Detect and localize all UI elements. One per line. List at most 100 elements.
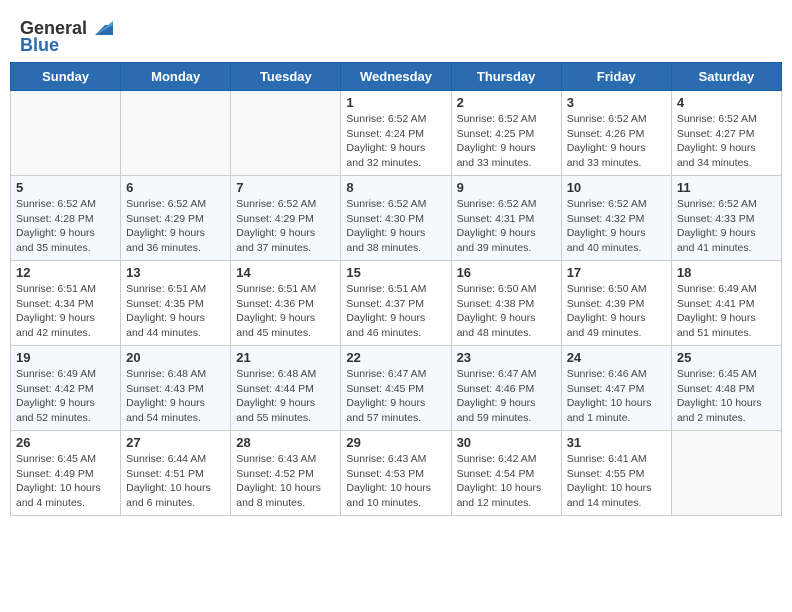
day-number: 19 bbox=[16, 350, 115, 365]
day-info: Sunrise: 6:52 AMSunset: 4:30 PMDaylight:… bbox=[346, 197, 445, 256]
calendar-day-cell: 23Sunrise: 6:47 AMSunset: 4:46 PMDayligh… bbox=[451, 346, 561, 431]
calendar-day-cell bbox=[231, 91, 341, 176]
day-number: 18 bbox=[677, 265, 776, 280]
day-number: 17 bbox=[567, 265, 666, 280]
calendar-day-cell: 5 Sunrise: 6:52 AMSunset: 4:28 PMDaylight… bbox=[11, 176, 121, 261]
day-number: 29 bbox=[346, 435, 445, 450]
day-info: Sunrise: 6:52 AMSunset: 4:29 PMDaylight:… bbox=[126, 197, 225, 256]
day-number: 31 bbox=[567, 435, 666, 450]
calendar-day-cell bbox=[11, 91, 121, 176]
day-info: Sunrise: 6:51 AMSunset: 4:34 PMDaylight:… bbox=[16, 282, 115, 341]
day-info: Sunrise: 6:45 AMSunset: 4:48 PMDaylight:… bbox=[677, 367, 776, 426]
day-info: Sunrise: 6:52 AMSunset: 4:28 PMDaylight:… bbox=[16, 197, 115, 256]
calendar-day-cell: 28Sunrise: 6:43 AMSunset: 4:52 PMDayligh… bbox=[231, 431, 341, 516]
calendar-day-cell: 15 Sunrise: 6:51 AMSunset: 4:37 PMDayligh… bbox=[341, 261, 451, 346]
calendar-day-cell: 6 Sunrise: 6:52 AMSunset: 4:29 PMDaylight… bbox=[121, 176, 231, 261]
day-info: Sunrise: 6:49 AMSunset: 4:42 PMDaylight:… bbox=[16, 367, 115, 426]
day-info: Sunrise: 6:52 AMSunset: 4:26 PMDaylight:… bbox=[567, 112, 666, 171]
calendar-day-cell: 16 Sunrise: 6:50 AMSunset: 4:38 PMDayligh… bbox=[451, 261, 561, 346]
logo-icon bbox=[91, 21, 113, 37]
day-info: Sunrise: 6:52 AMSunset: 4:25 PMDaylight:… bbox=[457, 112, 556, 171]
day-info: Sunrise: 6:52 AMSunset: 4:27 PMDaylight:… bbox=[677, 112, 776, 171]
day-number: 23 bbox=[457, 350, 556, 365]
day-info: Sunrise: 6:46 AMSunset: 4:47 PMDaylight:… bbox=[567, 367, 666, 426]
calendar-week-row: 26 Sunrise: 6:45 AMSunset: 4:49 PMDayligh… bbox=[11, 431, 782, 516]
day-info: Sunrise: 6:52 AMSunset: 4:32 PMDaylight:… bbox=[567, 197, 666, 256]
day-number: 1 bbox=[346, 95, 445, 110]
day-number: 7 bbox=[236, 180, 335, 195]
day-number: 9 bbox=[457, 180, 556, 195]
calendar-day-cell: 17 Sunrise: 6:50 AMSunset: 4:39 PMDayligh… bbox=[561, 261, 671, 346]
calendar-day-cell: 4 Sunrise: 6:52 AMSunset: 4:27 PMDaylight… bbox=[671, 91, 781, 176]
day-number: 20 bbox=[126, 350, 225, 365]
day-info: Sunrise: 6:45 AMSunset: 4:49 PMDaylight:… bbox=[16, 452, 115, 511]
logo: General Blue bbox=[20, 18, 113, 56]
day-info: Sunrise: 6:52 AMSunset: 4:24 PMDaylight:… bbox=[346, 112, 445, 171]
day-number: 28 bbox=[236, 435, 335, 450]
day-number: 14 bbox=[236, 265, 335, 280]
page-header: General Blue bbox=[10, 10, 782, 62]
day-info: Sunrise: 6:44 AMSunset: 4:51 PMDaylight:… bbox=[126, 452, 225, 511]
calendar-day-cell: 19 Sunrise: 6:49 AMSunset: 4:42 PMDayligh… bbox=[11, 346, 121, 431]
day-number: 16 bbox=[457, 265, 556, 280]
weekday-header: Sunday bbox=[11, 63, 121, 91]
calendar-day-cell: 26 Sunrise: 6:45 AMSunset: 4:49 PMDayligh… bbox=[11, 431, 121, 516]
day-number: 13 bbox=[126, 265, 225, 280]
day-info: Sunrise: 6:47 AMSunset: 4:45 PMDaylight:… bbox=[346, 367, 445, 426]
day-number: 30 bbox=[457, 435, 556, 450]
day-info: Sunrise: 6:48 AMSunset: 4:43 PMDaylight:… bbox=[126, 367, 225, 426]
calendar-day-cell: 12 Sunrise: 6:51 AMSunset: 4:34 PMDayligh… bbox=[11, 261, 121, 346]
weekday-header: Saturday bbox=[671, 63, 781, 91]
weekday-header-row: SundayMondayTuesdayWednesdayThursdayFrid… bbox=[11, 63, 782, 91]
day-number: 4 bbox=[677, 95, 776, 110]
day-info: Sunrise: 6:42 AMSunset: 4:54 PMDaylight:… bbox=[457, 452, 556, 511]
calendar-day-cell: 20 Sunrise: 6:48 AMSunset: 4:43 PMDayligh… bbox=[121, 346, 231, 431]
day-number: 26 bbox=[16, 435, 115, 450]
calendar-day-cell: 31 Sunrise: 6:41 AMSunset: 4:55 PMDayligh… bbox=[561, 431, 671, 516]
day-number: 5 bbox=[16, 180, 115, 195]
day-number: 27 bbox=[126, 435, 225, 450]
calendar-day-cell: 25 Sunrise: 6:45 AMSunset: 4:48 PMDayligh… bbox=[671, 346, 781, 431]
day-info: Sunrise: 6:51 AMSunset: 4:37 PMDaylight:… bbox=[346, 282, 445, 341]
calendar-day-cell: 13 Sunrise: 6:51 AMSunset: 4:35 PMDayligh… bbox=[121, 261, 231, 346]
calendar-day-cell: 29 Sunrise: 6:43 AMSunset: 4:53 PMDayligh… bbox=[341, 431, 451, 516]
day-number: 8 bbox=[346, 180, 445, 195]
calendar-day-cell: 9Sunrise: 6:52 AMSunset: 4:31 PMDaylight… bbox=[451, 176, 561, 261]
day-number: 15 bbox=[346, 265, 445, 280]
day-info: Sunrise: 6:50 AMSunset: 4:39 PMDaylight:… bbox=[567, 282, 666, 341]
weekday-header: Monday bbox=[121, 63, 231, 91]
calendar-day-cell bbox=[671, 431, 781, 516]
calendar-week-row: 12 Sunrise: 6:51 AMSunset: 4:34 PMDayligh… bbox=[11, 261, 782, 346]
day-info: Sunrise: 6:41 AMSunset: 4:55 PMDaylight:… bbox=[567, 452, 666, 511]
day-number: 3 bbox=[567, 95, 666, 110]
calendar-day-cell: 30 Sunrise: 6:42 AMSunset: 4:54 PMDayligh… bbox=[451, 431, 561, 516]
calendar-day-cell: 24 Sunrise: 6:46 AMSunset: 4:47 PMDayligh… bbox=[561, 346, 671, 431]
calendar-day-cell: 14Sunrise: 6:51 AMSunset: 4:36 PMDayligh… bbox=[231, 261, 341, 346]
day-info: Sunrise: 6:49 AMSunset: 4:41 PMDaylight:… bbox=[677, 282, 776, 341]
day-number: 12 bbox=[16, 265, 115, 280]
calendar-week-row: 19 Sunrise: 6:49 AMSunset: 4:42 PMDayligh… bbox=[11, 346, 782, 431]
day-info: Sunrise: 6:51 AMSunset: 4:35 PMDaylight:… bbox=[126, 282, 225, 341]
calendar-day-cell: 18 Sunrise: 6:49 AMSunset: 4:41 PMDayligh… bbox=[671, 261, 781, 346]
day-number: 24 bbox=[567, 350, 666, 365]
day-info: Sunrise: 6:43 AMSunset: 4:53 PMDaylight:… bbox=[346, 452, 445, 511]
logo-blue-text: Blue bbox=[20, 35, 59, 56]
weekday-header: Thursday bbox=[451, 63, 561, 91]
calendar-day-cell: 10 Sunrise: 6:52 AMSunset: 4:32 PMDayligh… bbox=[561, 176, 671, 261]
calendar-day-cell: 8 Sunrise: 6:52 AMSunset: 4:30 PMDaylight… bbox=[341, 176, 451, 261]
weekday-header: Tuesday bbox=[231, 63, 341, 91]
day-number: 11 bbox=[677, 180, 776, 195]
calendar-day-cell: 1 Sunrise: 6:52 AMSunset: 4:24 PMDaylight… bbox=[341, 91, 451, 176]
day-number: 2 bbox=[457, 95, 556, 110]
day-number: 10 bbox=[567, 180, 666, 195]
day-info: Sunrise: 6:52 AMSunset: 4:29 PMDaylight:… bbox=[236, 197, 335, 256]
day-info: Sunrise: 6:52 AMSunset: 4:33 PMDaylight:… bbox=[677, 197, 776, 256]
day-number: 6 bbox=[126, 180, 225, 195]
day-number: 25 bbox=[677, 350, 776, 365]
day-info: Sunrise: 6:50 AMSunset: 4:38 PMDaylight:… bbox=[457, 282, 556, 341]
calendar-day-cell: 27 Sunrise: 6:44 AMSunset: 4:51 PMDayligh… bbox=[121, 431, 231, 516]
calendar-table: SundayMondayTuesdayWednesdayThursdayFrid… bbox=[10, 62, 782, 516]
calendar-day-cell: 21Sunrise: 6:48 AMSunset: 4:44 PMDayligh… bbox=[231, 346, 341, 431]
calendar-day-cell: 11 Sunrise: 6:52 AMSunset: 4:33 PMDayligh… bbox=[671, 176, 781, 261]
day-number: 22 bbox=[346, 350, 445, 365]
